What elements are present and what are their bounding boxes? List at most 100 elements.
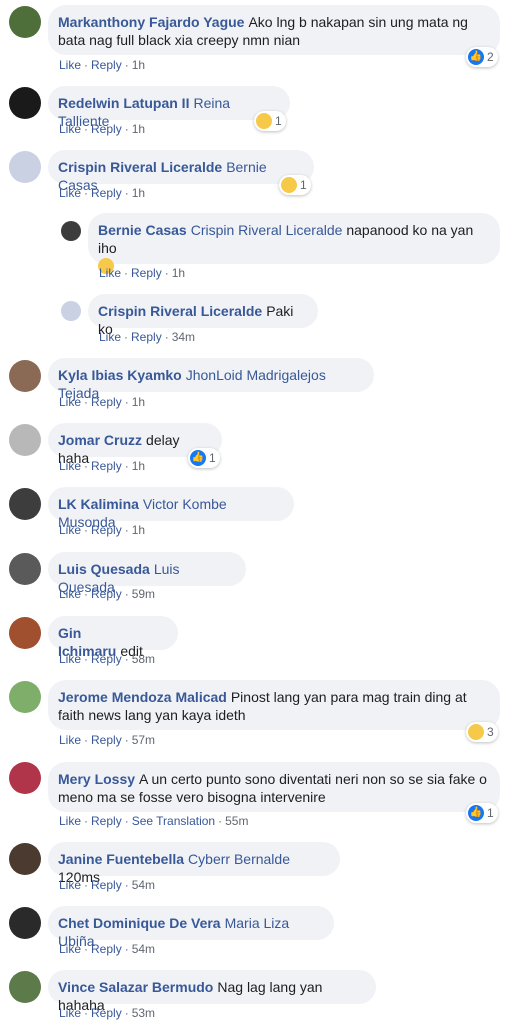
timestamp[interactable]: 1h [132, 122, 145, 136]
avatar[interactable] [9, 151, 41, 183]
reply-button[interactable]: Reply [91, 733, 122, 747]
sad-icon [256, 113, 272, 129]
timestamp[interactable]: 54m [132, 878, 155, 892]
timestamp[interactable]: 55m [225, 814, 248, 828]
comment-author[interactable]: Crispin Riveral Liceralde [58, 159, 222, 175]
comment-author[interactable]: Redelwin Latupan II [58, 95, 189, 111]
comment-author[interactable]: LK Kalimina [58, 496, 139, 512]
comment-author[interactable]: Vince Salazar Bermudo [58, 979, 213, 995]
like-button[interactable]: Like [59, 587, 81, 601]
comment-author[interactable]: Jerome Mendoza Malicad [58, 689, 227, 705]
avatar[interactable] [9, 762, 41, 794]
comment-author[interactable]: Luis Quesada [58, 561, 150, 577]
avatar[interactable] [9, 617, 41, 649]
reaction-summary[interactable]: 👍 1 [188, 448, 220, 468]
reply-button[interactable]: Reply [91, 942, 122, 956]
like-button[interactable]: Like [59, 1006, 81, 1020]
reaction-summary[interactable]: 1 [279, 175, 311, 195]
comment-author[interactable]: Markanthony Fajardo Yague [58, 14, 244, 30]
comment-bubble: Crispin Riveral Liceralde Bernie Casas [48, 150, 314, 193]
reaction-count: 1 [487, 806, 494, 820]
avatar[interactable] [9, 971, 41, 1003]
timestamp[interactable]: 54m [132, 942, 155, 956]
avatar[interactable] [9, 360, 41, 392]
comment-author[interactable]: Crispin Riveral Liceralde [98, 303, 262, 319]
avatar[interactable] [9, 87, 41, 119]
reaction-summary[interactable]: 👍 1 [466, 803, 498, 823]
comment-author[interactable]: Kyla Ibias Kyamko [58, 367, 182, 383]
comment-bubble: Kyla Ibias Kyamko JhonLoid Madrigalejos T… [48, 358, 374, 401]
avatar[interactable] [9, 424, 41, 456]
like-button[interactable]: Like [59, 942, 81, 956]
reply-button[interactable]: Reply [91, 523, 122, 537]
avatar[interactable] [9, 907, 41, 939]
like-button[interactable]: Like [59, 58, 81, 72]
reply-button[interactable]: Reply [91, 1006, 122, 1020]
like-icon: 👍 [468, 805, 484, 821]
like-icon: 👍 [468, 49, 484, 65]
like-button[interactable]: Like [59, 814, 81, 828]
timestamp[interactable]: 1h [132, 523, 145, 537]
like-button[interactable]: Like [99, 266, 121, 280]
reaction-summary[interactable]: 👍 2 [466, 47, 498, 67]
timestamp[interactable]: 1h [132, 459, 145, 473]
like-button[interactable]: Like [59, 186, 81, 200]
like-button[interactable]: Like [59, 122, 81, 136]
comment-author[interactable]: Janine Fuentebella [58, 851, 184, 867]
comment-author[interactable]: Jomar Cruzz [58, 432, 142, 448]
reply-button[interactable]: Reply [131, 266, 162, 280]
comment-actions: Like · Reply · 1h [59, 58, 146, 72]
comment-bubble: Chet Dominique De Vera Maria Liza Ubiña [48, 906, 334, 949]
mention-link[interactable]: Crispin Riveral Liceralde [191, 222, 343, 238]
see-translation-link[interactable]: See Translation [132, 814, 215, 828]
comment-actions: Like · Reply · 34m [99, 330, 196, 344]
comment-actions: Like · Reply · 58m [59, 652, 156, 666]
reply-button[interactable]: Reply [91, 878, 122, 892]
reply-button[interactable]: Reply [91, 587, 122, 601]
reply-button[interactable]: Reply [91, 652, 122, 666]
like-button[interactable]: Like [59, 523, 81, 537]
reply-button[interactable]: Reply [91, 186, 122, 200]
timestamp[interactable]: 1h [132, 58, 145, 72]
avatar[interactable] [9, 681, 41, 713]
timestamp[interactable]: 1h [172, 266, 185, 280]
comment-author[interactable]: Chet Dominique De Vera [58, 915, 221, 931]
timestamp[interactable]: 34m [172, 330, 195, 344]
like-button[interactable]: Like [59, 459, 81, 473]
avatar[interactable] [61, 301, 81, 321]
avatar[interactable] [9, 6, 41, 38]
reply-button[interactable]: Reply [91, 58, 122, 72]
reply-button[interactable]: Reply [91, 814, 122, 828]
like-icon: 👍 [190, 450, 206, 466]
avatar[interactable] [61, 221, 81, 241]
avatar[interactable] [9, 553, 41, 585]
like-button[interactable]: Like [99, 330, 121, 344]
reply-button[interactable]: Reply [91, 459, 122, 473]
mention-link[interactable]: Cyberr Bernalde [188, 851, 290, 867]
reply-button[interactable]: Reply [131, 330, 162, 344]
comment-actions: Like · Reply · 1h [59, 459, 146, 473]
reaction-count: 1 [209, 451, 216, 465]
like-button[interactable]: Like [59, 395, 81, 409]
reaction-summary[interactable]: 3 [466, 722, 498, 742]
like-button[interactable]: Like [59, 652, 81, 666]
avatar[interactable] [9, 843, 41, 875]
comment-author[interactable]: Mery Lossy [58, 771, 135, 787]
timestamp[interactable]: 59m [132, 587, 155, 601]
comment-actions: Like · Reply · 53m [59, 1006, 156, 1020]
reaction-count: 3 [487, 725, 494, 739]
timestamp[interactable]: 1h [132, 186, 145, 200]
timestamp[interactable]: 58m [132, 652, 155, 666]
timestamp[interactable]: 1h [132, 395, 145, 409]
like-button[interactable]: Like [59, 878, 81, 892]
comment-bubble: Gin Ichimaru edit [48, 616, 178, 659]
comment-actions: Like · Reply · 57m [59, 733, 156, 747]
like-button[interactable]: Like [59, 733, 81, 747]
reply-button[interactable]: Reply [91, 122, 122, 136]
timestamp[interactable]: 57m [132, 733, 155, 747]
avatar[interactable] [9, 488, 41, 520]
timestamp[interactable]: 53m [132, 1006, 155, 1020]
comment-author[interactable]: Bernie Casas [98, 222, 187, 238]
reaction-summary[interactable]: 1 [254, 111, 286, 131]
reply-button[interactable]: Reply [91, 395, 122, 409]
